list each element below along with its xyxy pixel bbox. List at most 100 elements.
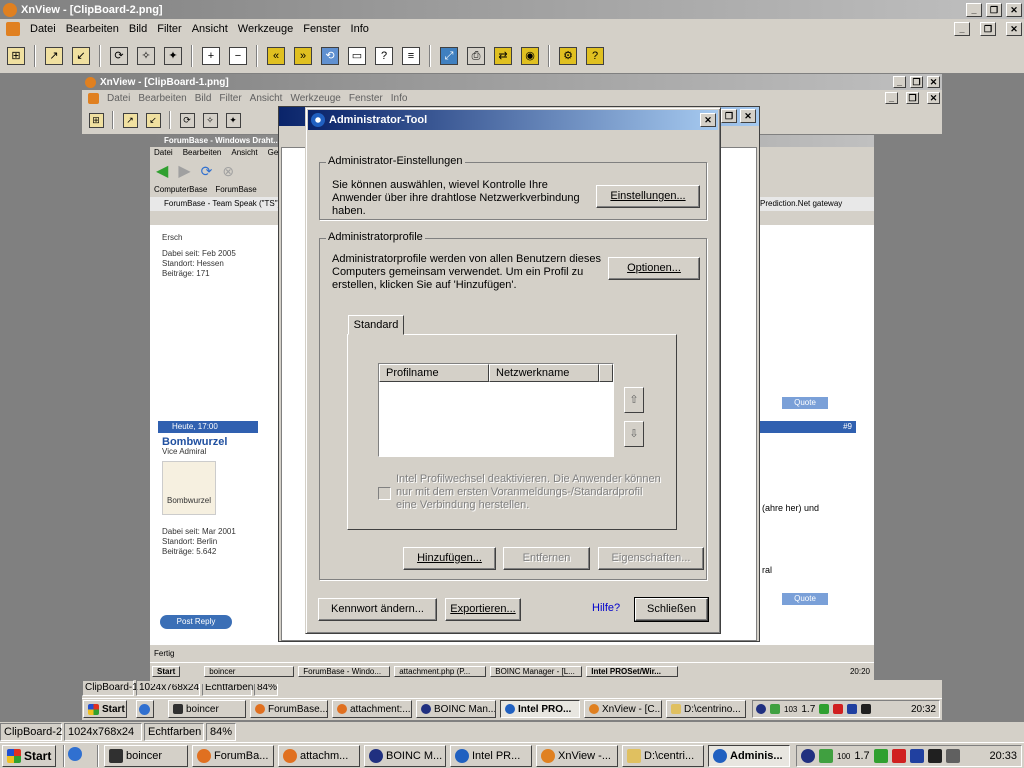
mid-minimize-button[interactable]: _ <box>893 76 906 88</box>
mid-rotate-button[interactable]: ⟳ <box>177 110 197 130</box>
menu-bild[interactable]: Bild <box>129 23 147 35</box>
task-boinc[interactable]: BOINC M... <box>364 745 446 767</box>
tab-standard[interactable]: Standard <box>348 315 404 335</box>
start-button[interactable]: Start <box>2 745 56 767</box>
network-icon[interactable] <box>945 749 960 763</box>
help-button[interactable]: ? <box>583 43 607 68</box>
task-xnview[interactable]: XnView -... <box>536 745 618 767</box>
menu-fenster[interactable]: Fenster <box>303 23 340 35</box>
mid-child-close[interactable]: ✕ <box>927 92 940 104</box>
browser-tool-button[interactable]: ⊞ <box>4 43 28 68</box>
remove-button[interactable]: Entfernen <box>503 547 590 570</box>
change-password-button[interactable]: Kennwort ändern... <box>318 598 437 621</box>
mid-child-restore[interactable]: ❐ <box>906 92 919 104</box>
display-icon[interactable] <box>847 704 858 714</box>
minimize-button[interactable]: _ <box>966 2 982 17</box>
rotate-button[interactable]: ⟳ <box>107 43 131 68</box>
child-close-button[interactable]: ✕ <box>1006 21 1022 36</box>
mid-quicklaunch[interactable] <box>136 700 154 718</box>
mid-task-forumbase[interactable]: ForumBase... <box>250 700 328 718</box>
boinc-tray-icon[interactable] <box>801 749 815 763</box>
mid-effects-button[interactable]: ✦ <box>223 110 243 130</box>
zoom-out-button[interactable]: − <box>226 43 250 68</box>
menu-datei[interactable]: Datei <box>30 23 56 35</box>
power-icon[interactable] <box>819 704 830 714</box>
mid-maximize-button[interactable]: ❐ <box>910 76 923 88</box>
help-link[interactable]: Hilfe? <box>592 602 620 614</box>
copy-button[interactable]: ▭ <box>345 43 369 68</box>
print-button[interactable]: ⎙ <box>464 43 488 68</box>
menu-werkzeuge[interactable]: Werkzeuge <box>238 23 293 35</box>
move-up-button[interactable]: ⇧ <box>624 387 644 413</box>
boinc-tray-icon[interactable] <box>756 704 766 714</box>
mid-adjust-button[interactable]: ✧ <box>200 110 220 130</box>
mid-menu-ansicht[interactable]: Ansicht <box>250 93 283 104</box>
outer-titlebar[interactable]: XnView - [ClipBoard-2.png] _ ❐ ✕ <box>0 0 1024 19</box>
child-restore-button[interactable]: ❐ <box>980 21 996 36</box>
mid-menu-bild[interactable]: Bild <box>195 93 212 104</box>
column-netzwerkname[interactable]: Netzwerkname <box>489 364 599 382</box>
capture-button[interactable]: ◉ <box>518 43 542 68</box>
save-button[interactable]: ↙ <box>69 43 93 68</box>
mid-menu-datei[interactable]: Datei <box>107 93 130 104</box>
mid-menu-fenster[interactable]: Fenster <box>349 93 383 104</box>
properties-button[interactable]: ≡ <box>399 43 423 68</box>
maximize-button[interactable]: ❐ <box>986 2 1002 17</box>
menu-filter[interactable]: Filter <box>157 23 181 35</box>
menu-info[interactable]: Info <box>351 23 369 35</box>
mid-menu-info[interactable]: Info <box>391 93 408 104</box>
monitor-icon[interactable] <box>861 704 872 714</box>
security-icon[interactable] <box>891 749 906 763</box>
settings-button[interactable]: Einstellungen... <box>596 185 700 208</box>
properties-button[interactable]: Eigenschaften... <box>598 547 704 570</box>
proset-maximize[interactable]: ❐ <box>721 109 737 123</box>
zoom-in-button[interactable]: + <box>199 43 223 68</box>
mid-task-boincer[interactable]: boincer <box>168 700 246 718</box>
mid-save-button[interactable]: ↙ <box>143 110 163 130</box>
mid-browser-button[interactable]: ⊞ <box>86 110 106 130</box>
task-intel[interactable]: Intel PR... <box>450 745 532 767</box>
add-button[interactable]: Hinzufügen... <box>403 547 496 570</box>
dialog-titlebar[interactable]: Administrator-Tool ✕ <box>308 110 718 130</box>
next-button[interactable]: » <box>291 43 315 68</box>
power-icon[interactable] <box>873 749 888 763</box>
options-button[interactable]: Optionen... <box>608 257 700 280</box>
open-button[interactable]: ↗ <box>42 43 66 68</box>
wifi-icon[interactable] <box>819 749 833 763</box>
convert-button[interactable]: ⇄ <box>491 43 515 68</box>
refresh-button[interactable]: ⟲ <box>318 43 342 68</box>
settings-button[interactable]: ⚙ <box>556 43 580 68</box>
task-forumbase[interactable]: ForumBa... <box>192 745 274 767</box>
mid-child-minimize[interactable]: _ <box>885 92 898 104</box>
proset-close[interactable]: ✕ <box>740 109 756 123</box>
child-minimize-button[interactable]: _ <box>954 21 970 36</box>
mid-task-boinc[interactable]: BOINC Man... <box>416 700 496 718</box>
mid-task-folder[interactable]: D:\centrino... <box>666 700 746 718</box>
task-admin-tool[interactable]: Adminis... <box>708 745 790 767</box>
mid-task-attachment[interactable]: attachment:... <box>332 700 412 718</box>
mid-task-xnview[interactable]: XnView - [C... <box>584 700 662 718</box>
adjust-button[interactable]: ✧ <box>134 43 158 68</box>
mid-titlebar[interactable]: XnView - [ClipBoard-1.png] _ ❐ ✕ <box>82 74 942 90</box>
mid-menu-filter[interactable]: Filter <box>219 93 241 104</box>
dialog-close-button[interactable]: ✕ <box>700 113 716 127</box>
prev-button[interactable]: « <box>264 43 288 68</box>
move-down-button[interactable]: ⇩ <box>624 421 644 447</box>
task-folder[interactable]: D:\centri... <box>622 745 704 767</box>
monitor-icon[interactable] <box>927 749 942 763</box>
mid-task-intel[interactable]: Intel PRO... <box>500 700 580 718</box>
column-profilname[interactable]: Profilname <box>379 364 489 382</box>
task-boincer[interactable]: boincer <box>104 745 188 767</box>
export-button[interactable]: Exportieren... <box>445 598 521 621</box>
display-icon[interactable] <box>909 749 924 763</box>
effects-button[interactable]: ✦ <box>161 43 185 68</box>
wifi-icon[interactable] <box>770 704 780 714</box>
fullscreen-button[interactable]: ⤢ <box>437 43 461 68</box>
mid-open-button[interactable]: ↗ <box>120 110 140 130</box>
close-button[interactable]: ✕ <box>1006 2 1022 17</box>
task-attachment[interactable]: attachm... <box>278 745 360 767</box>
mid-close-button[interactable]: ✕ <box>927 76 940 88</box>
menu-bearbeiten[interactable]: Bearbeiten <box>66 23 119 35</box>
mid-menu-werkzeuge[interactable]: Werkzeuge <box>290 93 340 104</box>
info-button[interactable]: ? <box>372 43 396 68</box>
